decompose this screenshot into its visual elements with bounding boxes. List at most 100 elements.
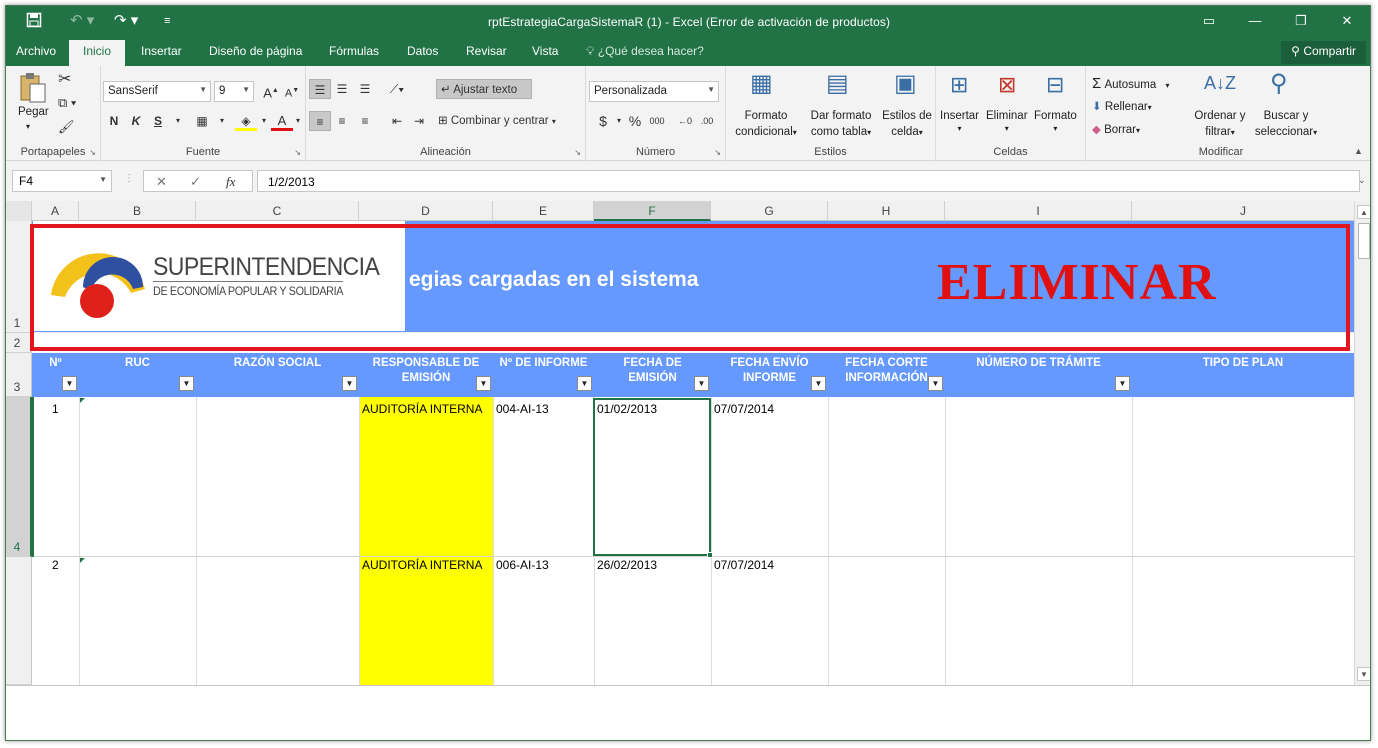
active-cell-f4[interactable]	[593, 398, 713, 558]
format-table-button[interactable]: Dar formato como tabla▾	[806, 108, 876, 141]
column-header-b[interactable]: B	[79, 201, 196, 221]
column-header-i[interactable]: I	[945, 201, 1132, 221]
insert-function-icon[interactable]: fx	[226, 174, 235, 190]
align-left-icon[interactable]: ≡	[309, 111, 331, 131]
delete-cells-button[interactable]: Eliminar ▾	[986, 110, 1028, 134]
increase-indent-icon[interactable]: ⇥	[408, 111, 430, 131]
align-center-icon[interactable]: ≡	[331, 111, 353, 131]
filter-dropdown-icon[interactable]: ▼	[179, 376, 194, 391]
font-size-combo[interactable]: 9 ▼	[214, 81, 254, 102]
conditional-format-button[interactable]: Formato condicional▾	[730, 108, 802, 141]
cell-d4[interactable]: AUDITORÍA INTERNA	[362, 402, 482, 416]
thousands-button[interactable]: 000	[646, 111, 668, 131]
cancel-icon[interactable]: ✕	[156, 174, 167, 190]
paste-dropdown-icon[interactable]: ▾	[26, 122, 30, 131]
row-header-4[interactable]: 4	[6, 397, 32, 557]
cell-e4[interactable]: 004-AI-13	[496, 402, 549, 416]
fill-handle[interactable]	[707, 552, 713, 558]
borders-icon[interactable]: ▦	[191, 111, 213, 131]
cell-f5[interactable]: 26/02/2013	[597, 558, 657, 572]
filter-dropdown-icon[interactable]: ▼	[694, 376, 709, 391]
share-button[interactable]: ⚲ Compartir	[1281, 41, 1366, 64]
vertical-scrollbar[interactable]: ▲ ▼	[1354, 201, 1370, 685]
worksheet-grid[interactable]: A B C D E F G H I J 1 2 3 4 SUPERINTENDE…	[6, 201, 1354, 685]
increase-decimal-icon[interactable]: ←0	[674, 111, 696, 131]
cell-styles-button[interactable]: Estilos de celda▾	[878, 108, 936, 141]
enter-icon[interactable]: ✓	[190, 174, 201, 190]
fill-button[interactable]: ⬇ Rellenar▾	[1092, 99, 1152, 113]
sort-filter-icon[interactable]: A↓Z	[1204, 74, 1236, 92]
dialog-launcher-icon[interactable]: ↘	[574, 148, 581, 157]
select-all-corner[interactable]	[6, 201, 32, 221]
column-header-c[interactable]: C	[196, 201, 359, 221]
underline-button[interactable]: S	[147, 111, 169, 131]
find-select-button[interactable]: Buscar y seleccionar▾	[1250, 108, 1322, 141]
dialog-launcher-icon[interactable]: ↘	[714, 148, 721, 157]
format-table-icon[interactable]: ▤	[826, 72, 849, 96]
tab-archivo[interactable]: Archivo	[16, 44, 56, 58]
filter-dropdown-icon[interactable]: ▼	[62, 376, 77, 391]
row-header-2[interactable]: 2	[6, 333, 32, 353]
tab-datos[interactable]: Datos	[407, 44, 438, 58]
column-header-g[interactable]: G	[711, 201, 828, 221]
tell-me-box[interactable]: 💡︎ ¿Qué desea hacer?	[586, 44, 704, 59]
scroll-down-icon[interactable]: ▼	[1357, 667, 1370, 681]
paste-button[interactable]: Pegar	[18, 106, 49, 118]
format-painter-icon[interactable]: 🖌︎	[58, 120, 75, 133]
align-middle-icon[interactable]: ☰	[331, 79, 353, 99]
decrease-indent-icon[interactable]: ⇤	[386, 111, 408, 131]
formula-input[interactable]: 1/2/2013	[257, 170, 1360, 192]
filter-dropdown-icon[interactable]: ▼	[577, 376, 592, 391]
cell-d5[interactable]: AUDITORÍA INTERNA	[362, 558, 482, 572]
scroll-thumb[interactable]	[1358, 223, 1370, 259]
merge-center-button[interactable]: ⊞ Combinar y centrar ▾	[438, 111, 580, 131]
align-bottom-icon[interactable]: ☰	[354, 79, 376, 99]
magnifier-icon[interactable]: ⚲	[1270, 72, 1288, 96]
row-header-5[interactable]	[6, 557, 32, 685]
wrap-text-button[interactable]: ↵ Ajustar texto	[436, 79, 532, 99]
error-indicator-icon[interactable]	[80, 558, 85, 563]
number-format-combo[interactable]: Personalizada ▼	[589, 81, 719, 102]
cell-g4[interactable]: 07/07/2014	[714, 402, 774, 416]
filter-dropdown-icon[interactable]: ▼	[928, 376, 943, 391]
tab-formulas[interactable]: Fórmulas	[329, 44, 379, 58]
cell-styles-icon[interactable]: ▣	[894, 72, 917, 96]
close-icon[interactable]: ✕	[1324, 6, 1370, 36]
clear-button[interactable]: ◆ Borrar▾	[1092, 122, 1140, 136]
column-header-f[interactable]: F	[594, 201, 711, 221]
scroll-up-icon[interactable]: ▲	[1357, 205, 1370, 219]
cell-a5[interactable]: 2	[52, 558, 59, 572]
column-header-d[interactable]: D	[359, 201, 493, 221]
sort-filter-button[interactable]: Ordenar y filtrar▾	[1190, 108, 1250, 141]
column-header-h[interactable]: H	[828, 201, 945, 221]
orientation-icon[interactable]: ⟋▾	[386, 79, 408, 99]
tab-inicio[interactable]: Inicio	[69, 40, 126, 66]
insert-cells-icon[interactable]: ⊞	[950, 74, 968, 96]
borders-dropdown-icon[interactable]: ▾	[211, 111, 233, 131]
conditional-format-icon[interactable]: ▦	[750, 72, 773, 96]
autosum-button[interactable]: Σ Autosuma ▾	[1092, 75, 1169, 92]
cell-g5[interactable]: 07/07/2014	[714, 558, 774, 572]
decrease-decimal-icon[interactable]: .00	[696, 111, 718, 131]
filter-dropdown-icon[interactable]: ▼	[1115, 376, 1130, 391]
row-header-1[interactable]: 1	[6, 221, 32, 333]
tab-vista[interactable]: Vista	[532, 44, 558, 58]
dialog-launcher-icon[interactable]: ↘	[89, 148, 96, 157]
column-header-j[interactable]: J	[1132, 201, 1354, 221]
ribbon-display-icon[interactable]: ▭	[1186, 6, 1232, 36]
tab-diseno-pagina[interactable]: Diseño de página	[209, 44, 302, 58]
delete-cells-icon[interactable]: ⊠	[998, 74, 1016, 96]
collapse-ribbon-icon[interactable]: ▲	[1354, 146, 1363, 156]
paste-icon[interactable]	[18, 72, 48, 107]
error-indicator-icon[interactable]	[80, 398, 85, 403]
column-header-e[interactable]: E	[493, 201, 594, 221]
bold-button[interactable]: N	[103, 111, 125, 131]
cut-icon[interactable]: ✂	[58, 72, 71, 88]
increase-font-icon[interactable]: A▲	[260, 81, 282, 101]
insert-cells-button[interactable]: Insertar ▾	[940, 110, 979, 134]
expand-formula-icon[interactable]: ⌄	[1358, 175, 1366, 186]
italic-button[interactable]: K	[125, 111, 147, 131]
copy-icon[interactable]: ⧉ ▾	[58, 96, 76, 109]
row-header-3[interactable]: 3	[6, 353, 32, 397]
decrease-font-icon[interactable]: A▼	[281, 81, 303, 101]
